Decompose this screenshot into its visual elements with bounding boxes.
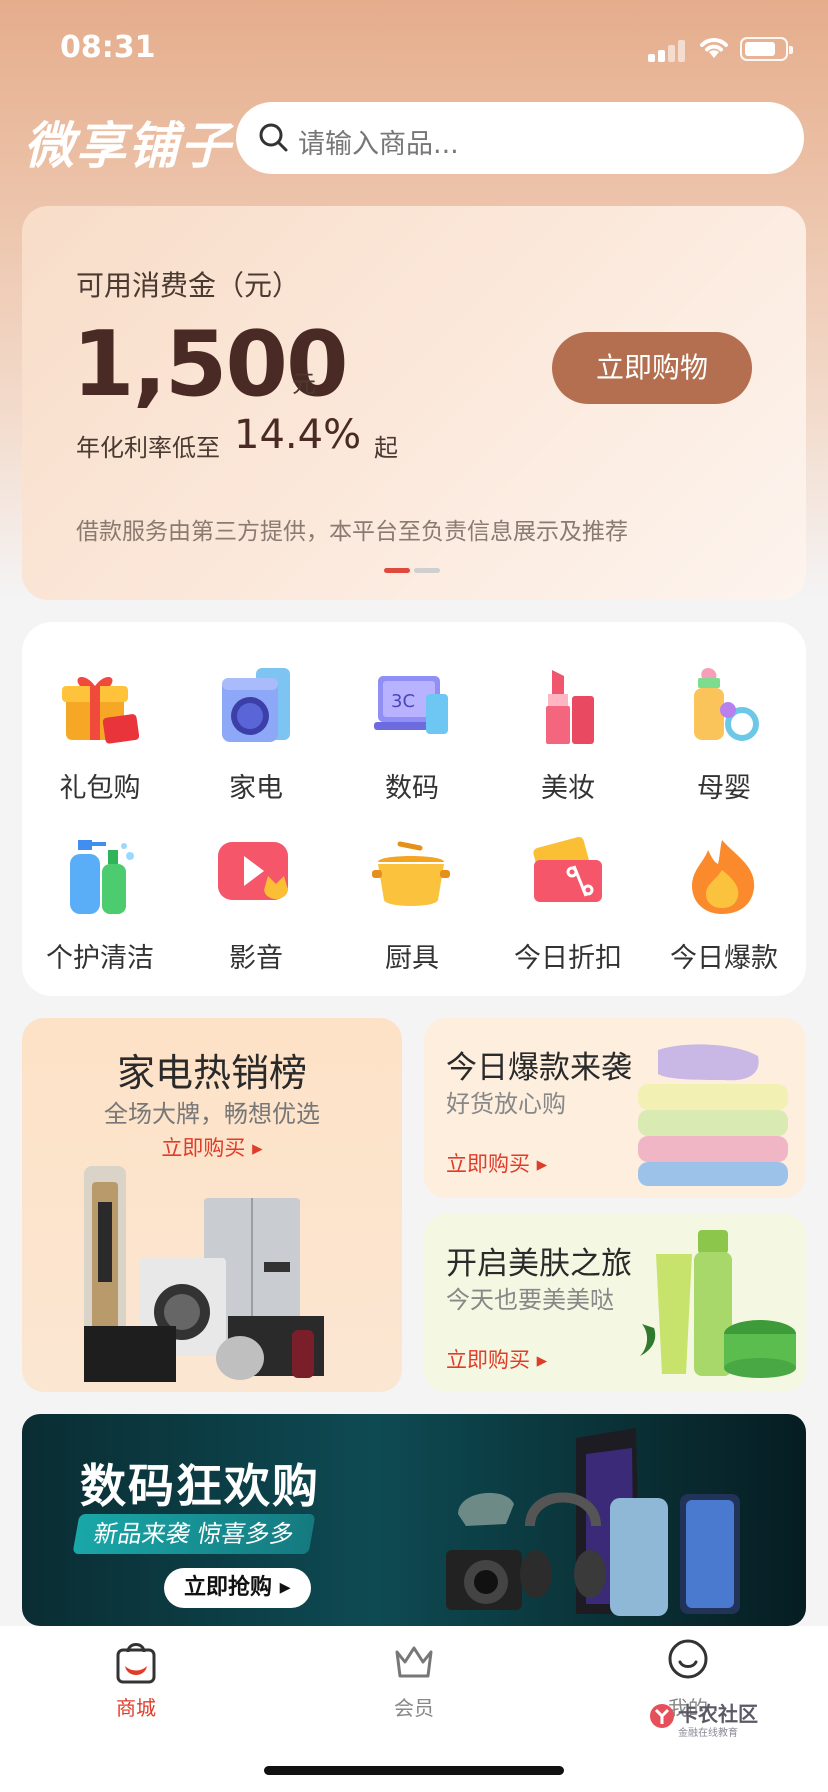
category-label: 数码 xyxy=(385,773,439,804)
promo-subtitle: 全场大牌，畅想优选 xyxy=(104,1100,320,1128)
tab-member[interactable]: 会员 xyxy=(354,1638,474,1728)
flame-icon xyxy=(692,840,755,914)
category-discount[interactable]: 今日折扣 xyxy=(490,826,646,986)
category-label: 个护清洁 xyxy=(46,943,154,974)
watermark-title: 卡农社区 xyxy=(678,1702,758,1726)
banner-tagline: 新品来袭 惊喜多多 xyxy=(72,1514,316,1554)
search-placeholder: 请输入商品... xyxy=(298,129,459,160)
towels-illustration xyxy=(638,1044,788,1186)
tab-label: 会员 xyxy=(394,1696,434,1720)
category-digital[interactable]: 3C 数码 xyxy=(334,656,490,816)
crown-icon xyxy=(395,1646,433,1678)
washing-machine-icon xyxy=(222,668,290,742)
electronics-illustration xyxy=(446,1428,740,1616)
tab-mall[interactable]: 商城 xyxy=(76,1638,196,1728)
status-bar: 08:31 xyxy=(0,0,828,100)
search-input[interactable]: 请输入商品... xyxy=(236,102,804,174)
cleaning-bottles-icon xyxy=(70,840,134,914)
credit-card[interactable]: 可用消费金（元） 1,500 元 年化利率低至 14.4% 起 立即购物 借款服… xyxy=(22,206,806,600)
search-icon xyxy=(259,123,288,152)
gift-icon xyxy=(62,676,140,744)
category-gift[interactable]: 礼包购 xyxy=(22,656,178,816)
category-appliances[interactable]: 家电 xyxy=(178,656,334,816)
category-hot[interactable]: 今日爆款 xyxy=(646,826,802,986)
promo-cta[interactable]: 立即购买 ▸ xyxy=(446,1148,547,1178)
rate-value: 14.4% xyxy=(234,412,362,458)
promo-cta[interactable]: 立即购买 ▸ xyxy=(446,1344,547,1374)
category-label: 美妆 xyxy=(541,773,595,804)
buy-now-label: 立即抢购 xyxy=(184,1575,273,1600)
appliances-illustration xyxy=(84,1166,324,1382)
promo-title: 今日爆款来袭 xyxy=(446,1050,632,1086)
category-baby[interactable]: 母婴 xyxy=(646,656,802,816)
category-beauty[interactable]: 美妆 xyxy=(490,656,646,816)
cooking-pot-icon xyxy=(372,841,450,906)
banner-title: 数码狂欢购 xyxy=(80,1459,320,1513)
laptop-icon: 3C xyxy=(374,676,448,734)
promo-subtitle: 好货放心购 xyxy=(446,1090,566,1118)
battery-icon xyxy=(740,37,793,61)
cellular-signal-icon xyxy=(648,38,688,62)
app-logo: 微享铺子 xyxy=(24,117,232,175)
digital-banner[interactable]: 数码狂欢购 新品来袭 惊喜多多 立即抢购 ▸ xyxy=(22,1414,806,1626)
watermark-subtitle: 金融在线教育 xyxy=(678,1728,738,1739)
category-av[interactable]: 影音 xyxy=(178,826,334,986)
shop-now-button[interactable]: 立即购物 xyxy=(552,332,752,404)
baby-bottle-icon xyxy=(694,668,759,741)
promo-title: 开启美肤之旅 xyxy=(446,1246,632,1282)
category-label: 今日折扣 xyxy=(514,943,622,974)
category-label: 今日爆款 xyxy=(670,943,778,974)
promo-appliance-ranking[interactable]: 家电热销榜 全场大牌，畅想优选 立即购买 ▸ xyxy=(22,1018,402,1392)
wifi-icon xyxy=(700,38,728,58)
bottom-nav: 商城 会员 我的 卡农社区 金融在线教育 xyxy=(0,1626,828,1792)
video-play-icon xyxy=(218,842,288,900)
category-label: 礼包购 xyxy=(59,773,141,804)
carousel-dot-active[interactable] xyxy=(384,568,410,573)
discount-coupon-icon xyxy=(533,837,602,902)
credit-label: 可用消费金（元） xyxy=(76,269,301,302)
category-label: 家电 xyxy=(229,773,283,804)
credit-unit: 元 xyxy=(292,370,316,398)
promo-cta-label: 立即购买 xyxy=(446,1348,530,1372)
category-label: 母婴 xyxy=(697,773,751,804)
promo-cta-label: 立即购买 xyxy=(161,1136,246,1160)
promo-cta[interactable]: 立即购买 ▸ xyxy=(22,1132,402,1162)
category-grid: 礼包购 家电 3C 数码 美妆 母婴 个护清洁 影音 厨具 今日折扣 今日爆款 xyxy=(22,622,806,996)
category-personal-care[interactable]: 个护清洁 xyxy=(22,826,178,986)
watermark: 卡农社区 金融在线教育 xyxy=(648,1698,778,1740)
carousel-dot[interactable] xyxy=(414,568,440,573)
rate-label: 年化利率低至 xyxy=(76,434,220,462)
svg-text:3C: 3C xyxy=(391,691,415,712)
promo-title: 家电热销榜 xyxy=(116,1051,307,1095)
promo-skincare[interactable]: 开启美肤之旅 今天也要美美哒 立即购买 ▸ xyxy=(424,1214,806,1392)
promo-subtitle: 今天也要美美哒 xyxy=(446,1286,614,1314)
tab-label: 商城 xyxy=(116,1696,156,1720)
home-indicator[interactable] xyxy=(264,1766,564,1775)
rate-suffix: 起 xyxy=(374,434,398,462)
carousel-dots[interactable] xyxy=(384,568,444,574)
smiley-face-icon xyxy=(668,1639,708,1679)
buy-now-button[interactable]: 立即抢购 ▸ xyxy=(164,1568,311,1608)
category-label: 影音 xyxy=(229,943,283,974)
watermark-logo-icon xyxy=(650,1704,674,1728)
shopping-bag-icon xyxy=(116,1643,156,1684)
disclaimer-text: 借款服务由第三方提供，本平台至负责信息展示及推荐 xyxy=(76,519,628,545)
promo-cta-label: 立即购买 xyxy=(446,1152,530,1176)
promo-hot-items[interactable]: 今日爆款来袭 好货放心购 立即购买 ▸ xyxy=(424,1018,806,1198)
category-kitchen[interactable]: 厨具 xyxy=(334,826,490,986)
category-label: 厨具 xyxy=(385,943,439,974)
skincare-illustration xyxy=(640,1230,796,1378)
lipstick-icon xyxy=(546,670,594,744)
status-time: 08:31 xyxy=(60,30,156,65)
